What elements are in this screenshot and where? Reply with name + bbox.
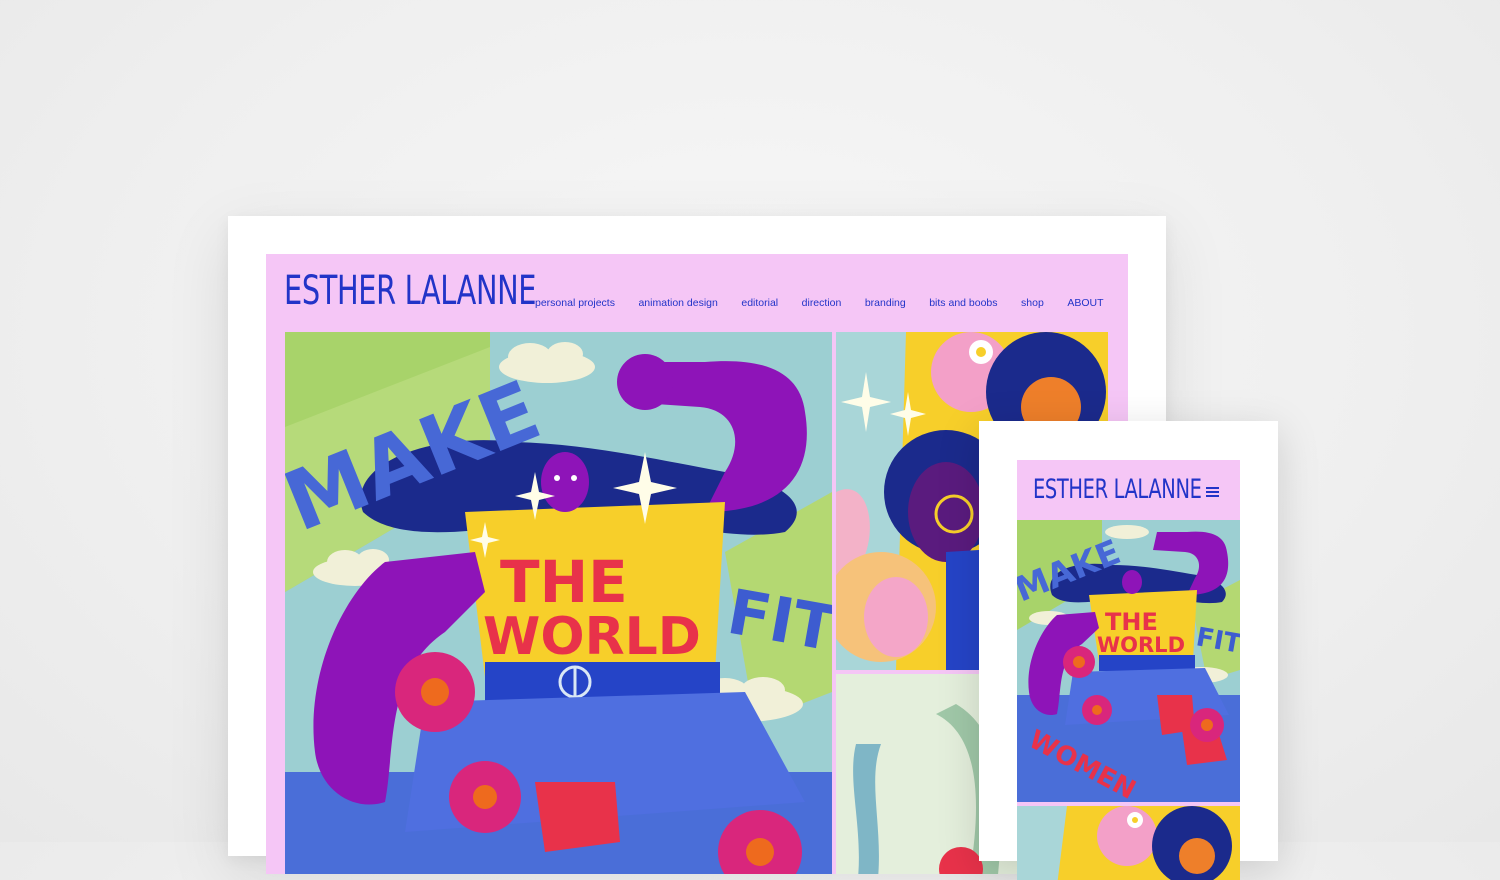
nav-item-animation-design[interactable]: animation design <box>638 297 717 309</box>
mobile-hero-illustration[interactable]: MAKE THE WORLD FIT WOMEN <box>1017 520 1240 802</box>
mobile-hero-word-the: THE <box>1105 608 1158 636</box>
main-nav: personal projects animation design edito… <box>535 297 1103 309</box>
nav-item-personal-projects[interactable]: personal projects <box>535 297 615 309</box>
hamburger-icon[interactable] <box>1206 487 1220 497</box>
mobile-mockup-frame: ESTHER LALANNE MAKE THE WORLD FIT WOMEN <box>979 421 1278 880</box>
nav-item-branding[interactable]: branding <box>865 297 906 309</box>
hero-word-the: THE <box>500 548 628 616</box>
hero-word-world: WORLD <box>483 607 701 667</box>
mobile-site: ESTHER LALANNE MAKE THE WORLD FIT WOMEN <box>1017 460 1240 880</box>
nav-item-bits-and-boobs[interactable]: bits and boobs <box>929 297 997 309</box>
mobile-hero-word-world: WORLD <box>1097 633 1185 657</box>
site-logo[interactable]: ESTHER LALANNE <box>284 268 537 314</box>
nav-item-editorial[interactable]: editorial <box>741 297 778 309</box>
nav-item-direction[interactable]: direction <box>802 297 842 309</box>
mobile-illustration-bottom[interactable] <box>1017 806 1240 880</box>
mobile-site-logo[interactable]: ESTHER LALANNE <box>1033 474 1202 505</box>
nav-item-shop[interactable]: shop <box>1021 297 1044 309</box>
hero-illustration[interactable]: MAKE THE WORLD FIT <box>285 332 832 874</box>
nav-item-about[interactable]: ABOUT <box>1067 297 1103 309</box>
